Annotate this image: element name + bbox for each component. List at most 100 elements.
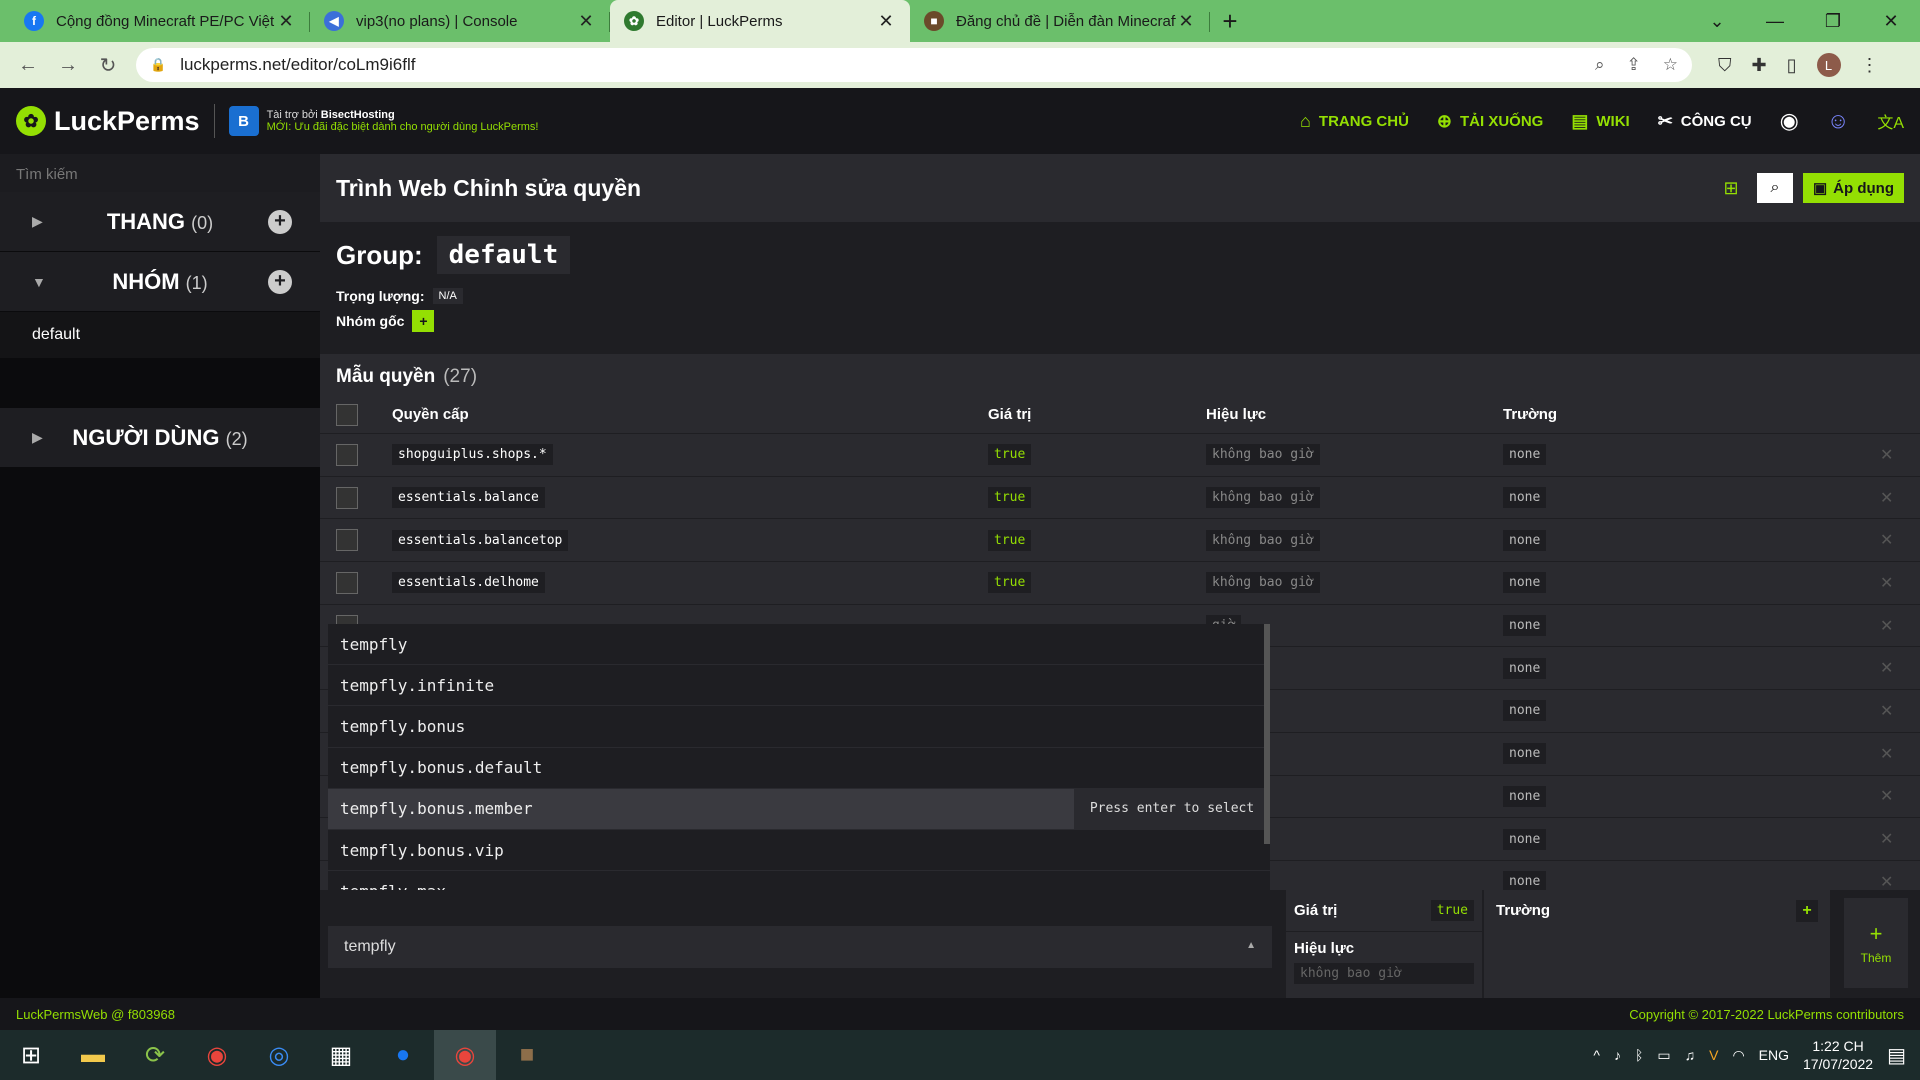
close-window-button[interactable]: ✕ [1862,0,1920,42]
row-checkbox[interactable] [336,571,358,594]
nav-wiki[interactable]: ▤ WIKI [1571,111,1629,132]
zoom-icon[interactable]: ⌕ [1595,55,1605,75]
clock[interactable]: 1:22 CH 17/07/2022 [1803,1037,1873,1073]
row-checkbox[interactable] [336,486,358,509]
permission-row[interactable]: shopguiplus.shops.* true không bao giờ none… [320,434,1920,477]
sidebar-section-tracks[interactable]: ▶ THANG (0) + [0,192,320,252]
luckperms-logo[interactable]: ✿ LuckPerms [16,106,200,137]
tab-close-icon[interactable]: ✕ [576,11,596,32]
permission-node[interactable]: essentials.delhome [392,572,545,594]
permission-input[interactable]: tempfly [328,926,1272,968]
delete-icon[interactable]: ✕ [1880,744,1893,764]
permission-context[interactable]: none [1503,743,1547,765]
notifications-icon[interactable]: ▤ [1887,1043,1906,1068]
footer-copyright[interactable]: Copyright © 2017-2022 LuckPerms contribu… [1629,1007,1904,1022]
delete-icon[interactable]: ✕ [1880,872,1893,892]
expiry-input[interactable]: không bao giờ [1294,963,1474,984]
forward-button[interactable]: → [48,54,88,77]
nav-tools[interactable]: ✂ CÔNG CỤ [1658,111,1752,132]
app-tray-icon[interactable]: V [1709,1047,1718,1063]
col-context[interactable]: Trường [1503,406,1557,423]
permission-context[interactable]: none [1503,657,1547,679]
autocomplete-option[interactable]: tempfly [328,624,1270,666]
lock-icon[interactable]: 🔒 [150,57,166,73]
sidebar-item-default[interactable]: default [0,312,320,358]
chrome-profile-icon[interactable]: ◉ [434,1030,496,1080]
browser-tab[interactable]: f Cộng đồng Minecraft PE/PC Việt ✕ [10,0,310,42]
delete-icon[interactable]: ✕ [1880,616,1893,636]
add-permission-button[interactable]: + Thêm [1844,898,1908,988]
battery-icon[interactable]: ▭ [1657,1047,1670,1064]
add-parent-button[interactable]: + [412,310,435,332]
tree-view-icon[interactable]: ⊞ [1715,173,1747,203]
sidebar-section-users[interactable]: ▶ NGƯỜI DÙNG (2) [0,408,320,468]
url-text[interactable]: luckperms.net/editor/coLm9i6flf [180,55,1595,75]
delete-icon[interactable]: ✕ [1880,445,1893,465]
app-icon[interactable]: ⟳ [124,1030,186,1080]
autocomplete-option[interactable]: tempfly.bonus [328,706,1270,748]
delete-icon[interactable]: ✕ [1880,658,1893,678]
delete-icon[interactable]: ✕ [1880,786,1893,806]
autocomplete-option[interactable]: tempfly.bonus.vip [328,830,1270,872]
col-permission[interactable]: Quyền cấp [392,406,469,423]
permission-value[interactable]: true [988,572,1032,594]
add-group-button[interactable]: + [268,269,292,294]
maximize-button[interactable]: ❐ [1804,0,1862,42]
browser-menu-icon[interactable]: ⋮ [1861,55,1879,76]
permission-value[interactable]: true [988,529,1032,551]
sidebar-search-input[interactable]: Tìm kiếm [0,154,320,192]
permission-value[interactable]: true [988,444,1032,466]
delete-icon[interactable]: ✕ [1880,488,1893,508]
select-all-checkbox[interactable] [336,403,358,426]
github-icon[interactable]: ◉ [1780,108,1799,134]
permission-expiry[interactable]: không bao giờ [1206,572,1320,594]
permission-context[interactable]: none [1503,529,1547,551]
volume-icon[interactable]: ♫ [1685,1047,1696,1063]
minimize-button[interactable]: — [1746,0,1804,42]
permission-node[interactable]: shopguiplus.shops.* [392,444,553,466]
weight-value[interactable]: N/A [432,288,463,304]
permission-expiry[interactable]: không bao giờ [1206,529,1320,551]
permission-context[interactable]: none [1503,615,1547,637]
delete-icon[interactable]: ✕ [1880,829,1893,849]
autocomplete-option[interactable]: tempfly.bonus.member Press enter to selec… [328,788,1270,830]
language-icon[interactable]: 文A [1877,109,1904,133]
back-button[interactable]: ← [8,54,48,77]
tab-close-icon[interactable]: ✕ [876,11,896,32]
file-explorer-icon[interactable]: ▬ [62,1030,124,1080]
value-toggle[interactable]: true [1430,900,1474,921]
sidebar-section-groups[interactable]: ▼ NHÓM (1) + [0,252,320,312]
browser-tab[interactable]: ◀ vip3(no plans) | Console ✕ [310,0,610,42]
share-icon[interactable]: ⇪ [1627,55,1641,75]
permission-row[interactable]: essentials.balance true không bao giờ none ✕ [320,477,1920,520]
delete-icon[interactable]: ✕ [1880,701,1893,721]
permission-node[interactable]: essentials.balancetop [392,529,569,551]
row-checkbox[interactable] [336,443,358,466]
store-icon[interactable]: ▦ [310,1030,372,1080]
permission-context[interactable]: none [1503,572,1547,594]
browser-tab[interactable]: ■ Đăng chủ đề | Diễn đàn Minecraft ✕ [910,0,1210,42]
side-panel-icon[interactable]: ▯ [1787,55,1797,76]
tab-search-icon[interactable]: ⌄ [1688,0,1746,42]
delete-icon[interactable]: ✕ [1880,530,1893,550]
nav-download[interactable]: ⊕ TẢI XUỐNG [1437,111,1543,132]
tab-close-icon[interactable]: ✕ [1176,11,1196,32]
group-name[interactable]: default [436,236,571,274]
minecraft-icon[interactable]: ■ [496,1030,558,1080]
extensions-puzzle-icon[interactable]: ✚ [1752,55,1767,76]
permission-value[interactable]: true [988,487,1032,509]
permission-context[interactable]: none [1503,785,1547,807]
extension-shield-icon[interactable]: ⛉ [1718,55,1732,76]
url-bar[interactable]: 🔒 luckperms.net/editor/coLm9i6flf ⌕ ⇪ ☆ [136,48,1692,82]
add-track-button[interactable]: + [268,209,292,234]
permission-context[interactable]: none [1503,444,1547,466]
wifi-icon[interactable]: ◠ [1732,1047,1744,1064]
language-indicator[interactable]: ENG [1759,1047,1789,1063]
chrome-icon[interactable]: ◉ [186,1030,248,1080]
permission-context[interactable]: none [1503,828,1547,850]
tray-chevron-icon[interactable]: ^ [1593,1047,1600,1063]
facebook-icon[interactable]: ● [372,1030,434,1080]
microphone-icon[interactable]: ♪ [1614,1047,1621,1063]
permission-expiry[interactable]: không bao giờ [1206,444,1320,466]
discord-icon[interactable]: ☺ [1827,108,1849,134]
